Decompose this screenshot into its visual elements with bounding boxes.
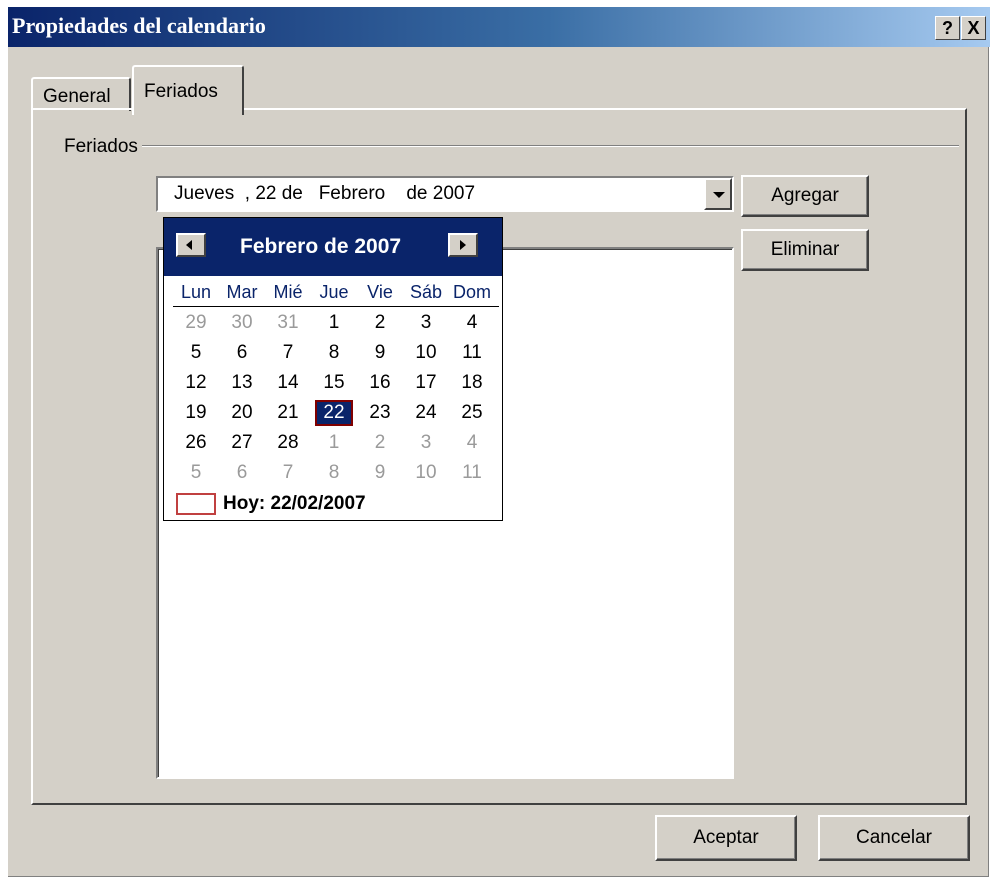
tab-general[interactable]: General bbox=[31, 77, 131, 111]
calendar-day[interactable]: 16 bbox=[357, 368, 403, 398]
calendar-day[interactable]: 10 bbox=[403, 338, 449, 368]
calendar-day[interactable]: 29 bbox=[173, 308, 219, 338]
date-dropdown-button[interactable] bbox=[704, 178, 732, 210]
calendar-day[interactable]: 9 bbox=[357, 338, 403, 368]
window-title: Propiedades del calendario bbox=[12, 13, 266, 38]
weekday-header-row: Lun Mar Mié Jue Vie Sáb Dom bbox=[173, 282, 499, 307]
chevron-down-icon bbox=[713, 192, 725, 198]
calendar-day[interactable]: 6 bbox=[219, 338, 265, 368]
calendar-day[interactable]: 30 bbox=[219, 308, 265, 338]
arrow-left-icon bbox=[186, 240, 192, 250]
calendar-day[interactable]: 7 bbox=[265, 338, 311, 368]
calendar-day[interactable]: 6 bbox=[219, 458, 265, 488]
add-button[interactable]: Agregar bbox=[741, 175, 869, 217]
date-combobox[interactable]: Jueves , 22 de Febrero de 2007 bbox=[156, 176, 734, 212]
calendar-day[interactable]: 3 bbox=[403, 428, 449, 458]
today-marker bbox=[176, 493, 216, 515]
calendar-day[interactable]: 13 bbox=[219, 368, 265, 398]
calendar-day[interactable]: 10 bbox=[403, 458, 449, 488]
weekday-label: Sáb bbox=[409, 282, 443, 302]
calendar-day[interactable]: 14 bbox=[265, 368, 311, 398]
calendar-day[interactable]: 31 bbox=[265, 308, 311, 338]
calendar-day[interactable]: 21 bbox=[265, 398, 311, 428]
cancel-button[interactable]: Cancelar bbox=[818, 815, 970, 861]
groupbox-label: Feriados bbox=[62, 136, 142, 158]
calendar-day[interactable]: 12 bbox=[173, 368, 219, 398]
weekday-label: Vie bbox=[367, 282, 393, 302]
weekday-label: Mar bbox=[226, 282, 258, 302]
next-month-button[interactable] bbox=[448, 233, 478, 257]
calendar-day[interactable]: 19 bbox=[173, 398, 219, 428]
calendar-day[interactable]: 26 bbox=[173, 428, 219, 458]
remove-button[interactable]: Eliminar bbox=[741, 229, 869, 271]
calendar-header: Febrero de 2007 bbox=[164, 218, 502, 276]
prev-month-button[interactable] bbox=[176, 233, 206, 257]
calendar-day[interactable]: 1 bbox=[311, 308, 357, 338]
calendar-day[interactable]: 28 bbox=[265, 428, 311, 458]
close-button[interactable]: X bbox=[961, 16, 986, 40]
calendar-day[interactable]: 4 bbox=[449, 428, 495, 458]
today-label: Hoy: 22/02/2007 bbox=[223, 493, 366, 514]
calendar-day[interactable]: 11 bbox=[449, 458, 495, 488]
calendar-day[interactable]: 17 bbox=[403, 368, 449, 398]
calendar-day[interactable]: 2 bbox=[357, 308, 403, 338]
calendar-day[interactable]: 11 bbox=[449, 338, 495, 368]
calendar-day[interactable]: 8 bbox=[311, 458, 357, 488]
ok-button[interactable]: Aceptar bbox=[655, 815, 797, 861]
calendar-day[interactable]: 7 bbox=[265, 458, 311, 488]
weekday-label: Mié bbox=[273, 282, 303, 302]
calendar-day[interactable]: 5 bbox=[173, 338, 219, 368]
calendar-day[interactable]: 15 bbox=[311, 368, 357, 398]
groupbox-line bbox=[139, 145, 959, 147]
calendar-day[interactable]: 8 bbox=[311, 338, 357, 368]
calendar-day[interactable]: 20 bbox=[219, 398, 265, 428]
weekday-label: Dom bbox=[452, 282, 491, 302]
calendar-day[interactable]: 23 bbox=[357, 398, 403, 428]
tab-feriados[interactable]: Feriados bbox=[132, 65, 244, 115]
calendar-properties-dialog: Propiedades del calendario ? X General F… bbox=[7, 6, 990, 877]
date-combobox-value: Jueves , 22 de Febrero de 2007 bbox=[174, 183, 476, 204]
calendar-month-title: Febrero de 2007 bbox=[240, 235, 402, 258]
calendar-day[interactable]: 4 bbox=[449, 308, 495, 338]
title-bar[interactable]: Propiedades del calendario ? X bbox=[8, 7, 990, 47]
calendar-day-grid: 29 30 31 1 2 3 4 5 6 7 8 9 10 11 12 13 1… bbox=[173, 308, 499, 488]
calendar-day[interactable]: 25 bbox=[449, 398, 495, 428]
calendar-day[interactable]: 27 bbox=[219, 428, 265, 458]
arrow-right-icon bbox=[460, 240, 466, 250]
weekday-label: Lun bbox=[180, 282, 212, 302]
help-button[interactable]: ? bbox=[935, 16, 960, 40]
calendar-day-selected[interactable]: 22 bbox=[315, 400, 353, 426]
today-link[interactable]: Hoy: 22/02/2007 bbox=[176, 493, 496, 519]
calendar-day[interactable]: 3 bbox=[403, 308, 449, 338]
weekday-label: Jue bbox=[319, 282, 349, 302]
calendar-day[interactable]: 18 bbox=[449, 368, 495, 398]
calendar-day[interactable]: 2 bbox=[357, 428, 403, 458]
calendar-day[interactable]: 5 bbox=[173, 458, 219, 488]
calendar-day[interactable]: 9 bbox=[357, 458, 403, 488]
calendar-day[interactable]: 1 bbox=[311, 428, 357, 458]
calendar-dropdown: Febrero de 2007 Lun Mar Mié Jue Vie Sáb … bbox=[163, 217, 503, 521]
calendar-day[interactable]: 24 bbox=[403, 398, 449, 428]
